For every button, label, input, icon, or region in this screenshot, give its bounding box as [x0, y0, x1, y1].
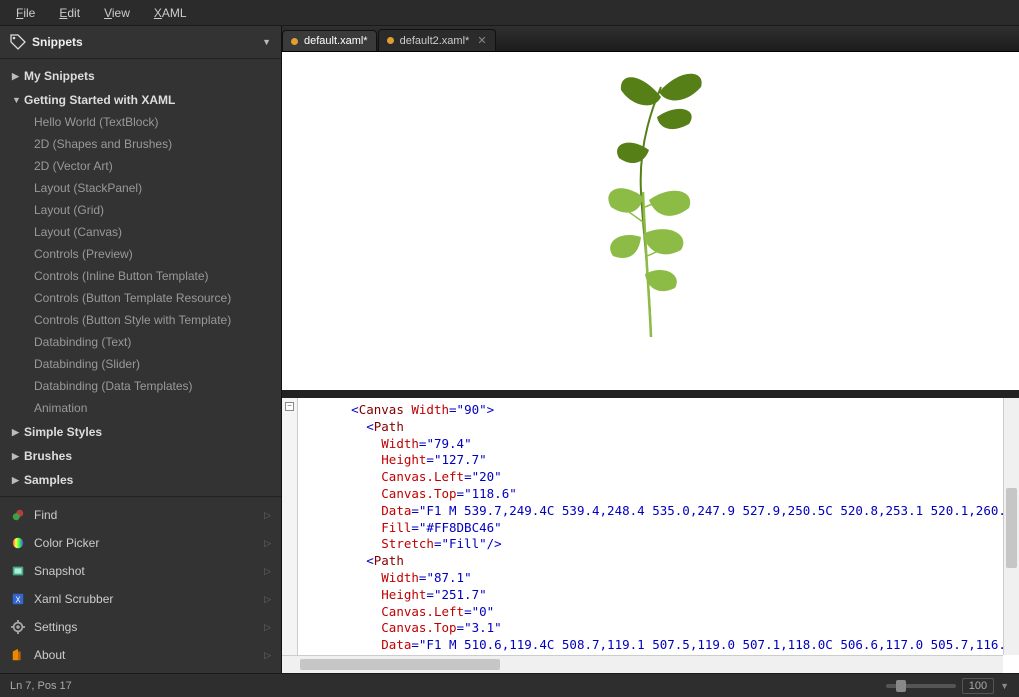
tool-list: Find▷Color Picker▷Snapshot▷XXaml Scrubbe…	[0, 496, 281, 673]
tool-about[interactable]: About▷	[0, 641, 281, 669]
snippet-tree: ▶ My Snippets ▼ Getting Started with XAML He…	[0, 59, 281, 496]
tool-label: Color Picker	[34, 536, 264, 550]
tree-item[interactable]: Databinding (Slider)	[6, 353, 275, 375]
code-editor[interactable]: − <Canvas Width="90"> <Path Width="79.4"…	[282, 398, 1019, 673]
tool-colorpicker[interactable]: Color Picker▷	[0, 529, 281, 557]
find-icon	[10, 507, 26, 523]
tree-item[interactable]: Layout (Canvas)	[6, 221, 275, 243]
tree-section-label: My Snippets	[24, 69, 95, 83]
caret-down-icon: ▼	[12, 95, 20, 105]
tool-settings[interactable]: Settings▷	[0, 613, 281, 641]
tree-item[interactable]: Hello World (TextBlock)	[6, 111, 275, 133]
tool-find[interactable]: Find▷	[0, 501, 281, 529]
plant-graphic	[571, 62, 731, 342]
dirty-indicator-icon	[387, 37, 394, 44]
zoom-value: 100	[969, 680, 987, 692]
tab-label: default2.xaml*	[400, 35, 470, 47]
editor-panel: default.xaml* default2.xaml* ✕	[282, 26, 1019, 673]
chevron-right-icon: ▷	[264, 510, 271, 521]
tool-label: Find	[34, 508, 264, 522]
menu-file[interactable]: File	[4, 2, 47, 24]
tool-scrubber[interactable]: X Xaml Scrubber▷	[0, 585, 281, 613]
chevron-right-icon: ▷	[264, 566, 271, 577]
tree-item[interactable]: 2D (Vector Art)	[6, 155, 275, 177]
close-icon[interactable]: ✕	[477, 34, 486, 47]
tool-label: Settings	[34, 620, 264, 634]
dropdown-caret-icon[interactable]: ▼	[262, 37, 271, 47]
dirty-indicator-icon	[291, 38, 298, 45]
tree-section-label: Getting Started with XAML	[24, 93, 175, 107]
menubar: File Edit View XAML	[0, 0, 1019, 26]
colorpicker-icon	[10, 535, 26, 551]
tree-item[interactable]: Controls (Button Template Resource)	[6, 287, 275, 309]
tool-snapshot[interactable]: Snapshot▷	[0, 557, 281, 585]
zoom-dropdown-icon[interactable]: ▼	[1000, 681, 1009, 691]
tool-label: Snapshot	[34, 564, 264, 578]
tab-label: default.xaml*	[304, 35, 368, 47]
menu-xaml[interactable]: XAML	[142, 2, 199, 24]
caret-right-icon: ▶	[12, 475, 20, 486]
snippets-header-label: Snippets	[32, 35, 83, 49]
chevron-right-icon: ▷	[264, 538, 271, 549]
tree-item[interactable]: Controls (Button Style with Template)	[6, 309, 275, 331]
scrubber-icon: X	[10, 591, 26, 607]
document-tab[interactable]: default2.xaml* ✕	[378, 29, 496, 51]
tree-item[interactable]: Layout (Grid)	[6, 199, 275, 221]
caret-right-icon: ▶	[12, 71, 20, 82]
tree-section-label: Brushes	[24, 449, 72, 463]
caret-right-icon: ▶	[12, 427, 20, 438]
menu-edit[interactable]: Edit	[47, 2, 92, 24]
tool-label: Xaml Scrubber	[34, 592, 264, 606]
design-preview[interactable]	[282, 52, 1019, 398]
snippets-header[interactable]: Snippets ▼	[0, 26, 281, 59]
sidebar: Snippets ▼ ▶ My Snippets ▼ Getting Started …	[0, 26, 282, 673]
tag-icon	[10, 34, 26, 50]
tool-label: About	[34, 648, 264, 662]
chevron-right-icon: ▷	[264, 594, 271, 605]
vertical-scrollbar[interactable]	[1003, 398, 1019, 655]
zoom-slider[interactable]	[886, 684, 956, 688]
tree-item[interactable]: Layout (StackPanel)	[6, 177, 275, 199]
horizontal-scrollbar[interactable]	[282, 655, 1003, 673]
tree-section-label: Simple Styles	[24, 425, 102, 439]
tree-section-label: Samples	[24, 473, 73, 487]
tree-item[interactable]: Databinding (Text)	[6, 331, 275, 353]
tree-item[interactable]: 2D (Shapes and Brushes)	[6, 133, 275, 155]
document-tab[interactable]: default.xaml*	[282, 30, 377, 51]
tree-section[interactable]: ▶ Brushes	[6, 445, 275, 467]
chevron-right-icon: ▷	[264, 622, 271, 633]
status-bar: Ln 7, Pos 17 100 ▼	[0, 673, 1019, 697]
tree-section[interactable]: ▶ Simple Styles	[6, 421, 275, 443]
tab-bar: default.xaml* default2.xaml* ✕	[282, 26, 1019, 52]
fold-toggle-icon[interactable]: −	[285, 402, 294, 411]
cursor-position: Ln 7, Pos 17	[10, 680, 72, 692]
tree-item[interactable]: Controls (Preview)	[6, 243, 275, 265]
tree-item[interactable]: Databinding (Data Templates)	[6, 375, 275, 397]
tree-section[interactable]: ▶ Samples	[6, 469, 275, 491]
menu-view[interactable]: View	[92, 2, 142, 24]
caret-right-icon: ▶	[12, 451, 20, 462]
about-icon	[10, 647, 26, 663]
tree-section[interactable]: ▶ My Snippets	[6, 65, 275, 87]
tree-item[interactable]: Controls (Inline Button Template)	[6, 265, 275, 287]
settings-icon	[10, 619, 26, 635]
svg-text:X: X	[15, 596, 21, 605]
snapshot-icon	[10, 563, 26, 579]
tree-item[interactable]: Animation	[6, 397, 275, 419]
chevron-right-icon: ▷	[264, 650, 271, 661]
tree-section[interactable]: ▼ Getting Started with XAML	[6, 89, 275, 111]
